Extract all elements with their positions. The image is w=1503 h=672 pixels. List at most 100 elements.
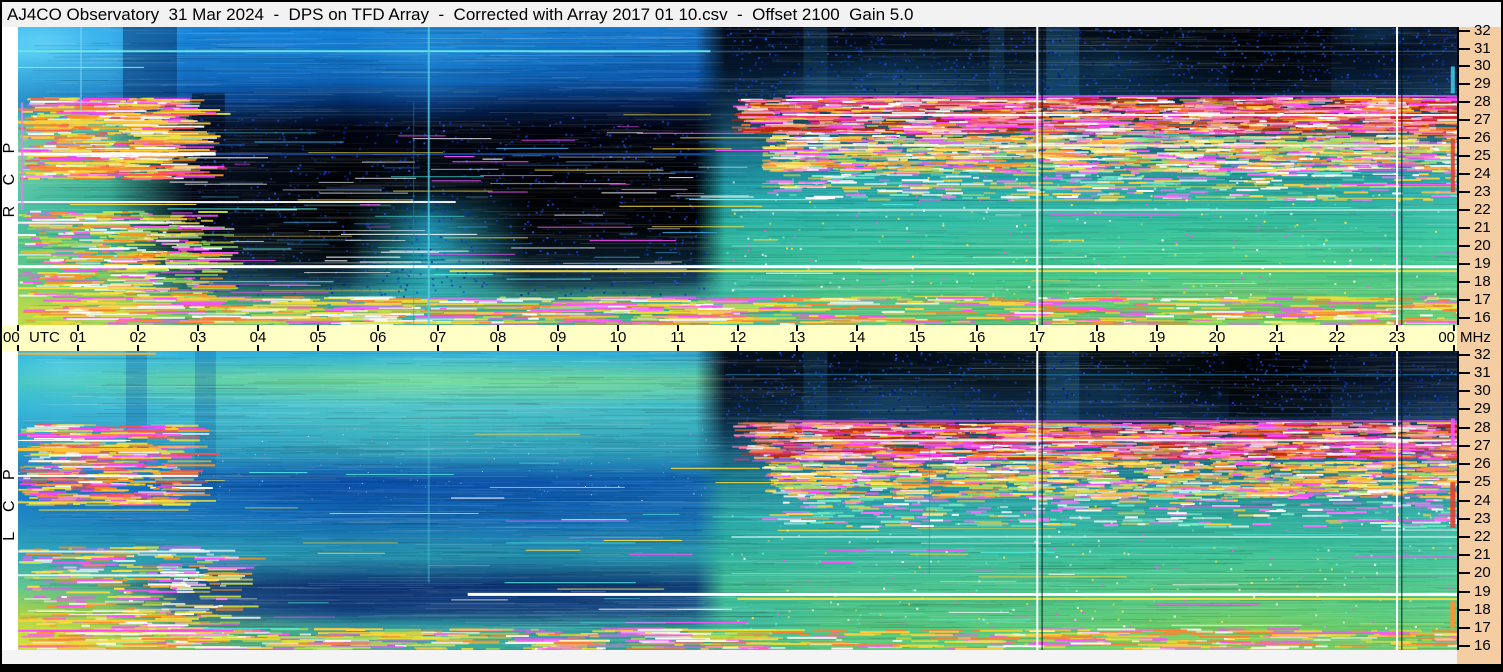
freq-label: 19	[1474, 255, 1491, 272]
freq-label: 24	[1474, 492, 1491, 509]
freq-label: 23	[1474, 183, 1491, 200]
freq-tick	[1457, 572, 1470, 574]
freq-tick	[1457, 609, 1470, 611]
freq-label: 20	[1474, 564, 1491, 581]
freq-tick	[1457, 83, 1470, 85]
freq-label: 28	[1474, 93, 1491, 110]
freq-tick	[1457, 155, 1470, 157]
freq-label: 28	[1474, 419, 1491, 436]
freq-label: 29	[1474, 75, 1491, 92]
freq-tick	[1457, 30, 1470, 32]
freq-label: 25	[1474, 473, 1491, 490]
freq-label: 21	[1474, 546, 1491, 563]
freq-tick	[1457, 281, 1470, 283]
rcp-spectrogram	[18, 27, 1457, 325]
freq-label: 26	[1474, 129, 1491, 146]
freq-label: 18	[1474, 601, 1491, 618]
time-label: 02	[129, 329, 147, 346]
freq-label: 22	[1474, 528, 1491, 545]
freq-label: 30	[1474, 382, 1491, 399]
title-bar: AJ4CO Observatory 31 Mar 2024 - DPS on T…	[2, 2, 1501, 27]
freq-label: 19	[1474, 583, 1491, 600]
time-label: 16	[968, 329, 986, 346]
freq-label: 32	[1474, 22, 1491, 39]
freq-label: 30	[1474, 57, 1491, 74]
freq-tick	[1457, 299, 1470, 301]
freq-tick	[1457, 463, 1470, 465]
freq-tick	[1457, 48, 1470, 50]
time-label: 01	[69, 329, 87, 346]
time-label: 08	[489, 329, 507, 346]
freq-label: 27	[1474, 111, 1491, 128]
freq-label: 22	[1474, 201, 1491, 218]
freq-tick	[1457, 65, 1470, 67]
freq-label: 17	[1474, 291, 1491, 308]
time-label: 07	[429, 329, 447, 346]
time-label: 14	[848, 329, 866, 346]
time-label: 00	[1438, 329, 1455, 346]
freq-label: 31	[1474, 364, 1491, 381]
window-title: AJ4CO Observatory 31 Mar 2024 - DPS on T…	[7, 5, 914, 24]
time-label: 05	[309, 329, 327, 346]
freq-tick	[1457, 627, 1470, 629]
freq-label: 24	[1474, 165, 1491, 182]
freq-label: 27	[1474, 437, 1491, 454]
freq-tick	[1457, 227, 1470, 229]
freq-tick	[1457, 191, 1470, 193]
time-label: 23	[1388, 329, 1406, 346]
freq-tick	[1457, 209, 1470, 211]
freq-tick	[1457, 372, 1470, 374]
utc-unit-label: UTC	[29, 329, 60, 346]
time-label: 15	[908, 329, 926, 346]
time-label: 18	[1088, 329, 1106, 346]
freq-label: 23	[1474, 510, 1491, 527]
freq-tick	[1457, 427, 1470, 429]
freq-tick	[1457, 645, 1470, 647]
freq-label: 26	[1474, 455, 1491, 472]
freq-label: 20	[1474, 237, 1491, 254]
time-label: 00	[3, 329, 20, 346]
freq-tick	[1457, 354, 1470, 356]
freq-tick	[1457, 536, 1470, 538]
freq-tick	[1457, 119, 1470, 121]
time-label: 22	[1328, 329, 1346, 346]
time-label: 09	[549, 329, 567, 346]
freq-label: 17	[1474, 619, 1491, 636]
freq-label: 25	[1474, 147, 1491, 164]
rcp-frequency-scale: 32 31 30 29 28 27 26 25 24 23 22 21 20 19 18 17 16	[1457, 23, 1501, 326]
time-label: 03	[189, 329, 207, 346]
rcp-polarization-label: R C P	[1, 27, 18, 325]
freq-tick	[1457, 390, 1470, 392]
freq-label: 18	[1474, 273, 1491, 290]
freq-tick	[1457, 317, 1470, 319]
time-label: 06	[369, 329, 387, 346]
time-label: 12	[729, 329, 747, 346]
freq-label: 32	[1474, 346, 1491, 363]
time-label: 04	[249, 329, 267, 346]
freq-tick	[1457, 518, 1470, 520]
lcp-label-text: L C P	[1, 460, 18, 541]
time-label: 21	[1268, 329, 1286, 346]
time-axis: 00 01 02 03 04 05 06 07 08 09 10 11 12 13 14 15 16 17 18 19…	[2, 325, 1457, 351]
freq-tick	[1457, 408, 1470, 410]
time-label: 11	[670, 329, 686, 346]
freq-tick	[1457, 554, 1470, 556]
mhz-unit-label: MHz	[1460, 329, 1491, 346]
freq-tick	[1457, 173, 1470, 175]
freq-label: 29	[1474, 400, 1491, 417]
time-label: 10	[609, 329, 627, 346]
freq-label: 16	[1474, 309, 1491, 326]
time-label: 17	[1028, 329, 1046, 346]
lcp-frequency-scale: 32 31 30 29 28 27 26 25 24 23 22 21 20 19 18 17 16	[1457, 347, 1501, 654]
dps-viewer-window: AJ4CO Observatory 31 Mar 2024 - DPS on T…	[0, 0, 1503, 672]
freq-tick	[1457, 137, 1470, 139]
lcp-spectrogram	[18, 351, 1457, 650]
freq-tick	[1457, 263, 1470, 265]
time-label: 19	[1148, 329, 1166, 346]
bottom-margin	[2, 650, 1457, 664]
freq-tick	[1457, 500, 1470, 502]
freq-label: 31	[1474, 40, 1491, 57]
lcp-polarization-label: L C P	[1, 351, 18, 650]
freq-label: 16	[1474, 637, 1491, 654]
rcp-label-text: R C P	[1, 134, 18, 218]
